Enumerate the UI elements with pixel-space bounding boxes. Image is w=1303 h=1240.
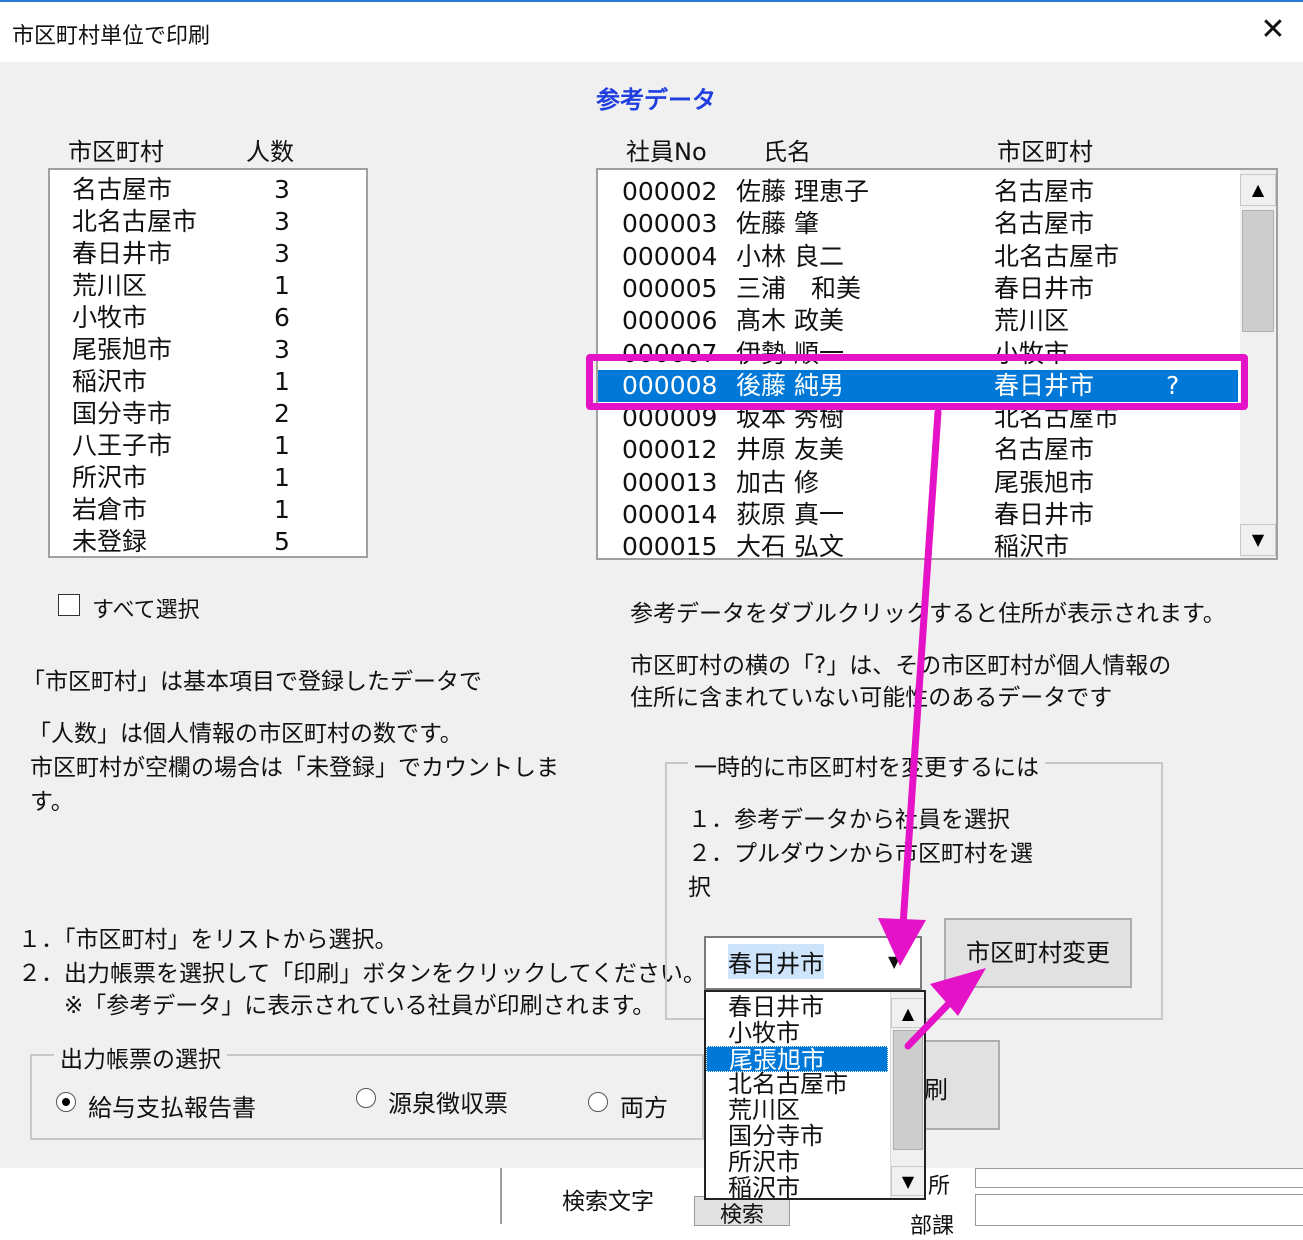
annotation-arrows xyxy=(878,408,986,1050)
annotation-arrow-up-right xyxy=(904,968,986,1050)
annotation-arrow-down xyxy=(878,408,942,966)
